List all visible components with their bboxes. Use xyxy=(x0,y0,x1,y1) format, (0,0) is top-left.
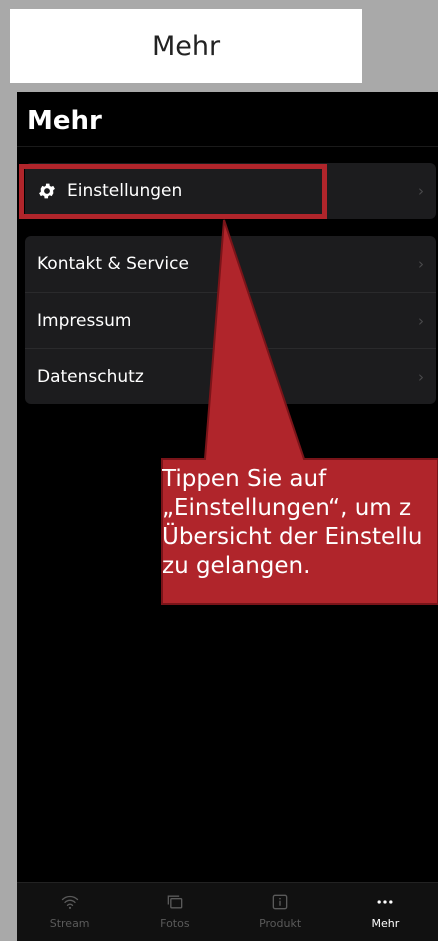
document-title: Mehr xyxy=(10,9,362,83)
chevron-right-icon: › xyxy=(418,182,424,200)
settings-row[interactable]: Einstellungen › xyxy=(25,163,436,219)
menu-item-label: Kontakt & Service xyxy=(37,254,189,274)
menu-item-label: Datenschutz xyxy=(37,366,144,387)
menu-item-label: Impressum xyxy=(37,310,132,331)
tab-label: Mehr xyxy=(371,917,400,930)
info-icon xyxy=(268,891,292,913)
settings-label: Einstellungen xyxy=(67,181,183,201)
menu-item-kontakt[interactable]: Kontakt & Service › xyxy=(25,236,436,292)
more-icon xyxy=(373,891,397,913)
tab-label: Stream xyxy=(49,917,90,930)
tab-label: Produkt xyxy=(259,917,302,930)
chevron-right-icon: › xyxy=(418,311,424,330)
title-divider xyxy=(17,146,438,147)
chevron-right-icon: › xyxy=(418,255,424,273)
tab-fotos[interactable]: Fotos xyxy=(122,883,227,941)
menu-item-impressum[interactable]: Impressum › xyxy=(25,292,436,348)
callout-line: Tippen Sie auf xyxy=(162,466,327,492)
tab-bar: Stream Fotos Produkt Mehr xyxy=(17,882,438,941)
photos-icon xyxy=(163,891,187,913)
callout-line: Übersicht der Einstellu xyxy=(162,524,423,550)
settings-group: Einstellungen › xyxy=(25,163,436,219)
tab-stream[interactable]: Stream xyxy=(17,883,122,941)
gear-icon xyxy=(37,181,57,201)
wifi-icon xyxy=(58,891,82,913)
menu-item-datenschutz[interactable]: Datenschutz › xyxy=(25,348,436,404)
callout-text: Tippen Sie auf „Einstellungen“, um z Übe… xyxy=(162,465,438,581)
chevron-right-icon: › xyxy=(418,367,424,386)
menu-group: Kontakt & Service › Impressum › Datensch… xyxy=(25,236,436,404)
callout-line: zu gelangen. xyxy=(162,553,311,579)
tab-produkt[interactable]: Produkt xyxy=(228,883,333,941)
tab-label: Fotos xyxy=(160,917,190,930)
page-title: Mehr xyxy=(27,106,102,136)
tab-mehr[interactable]: Mehr xyxy=(333,883,438,941)
callout-line: „Einstellungen“, um z xyxy=(162,495,412,521)
